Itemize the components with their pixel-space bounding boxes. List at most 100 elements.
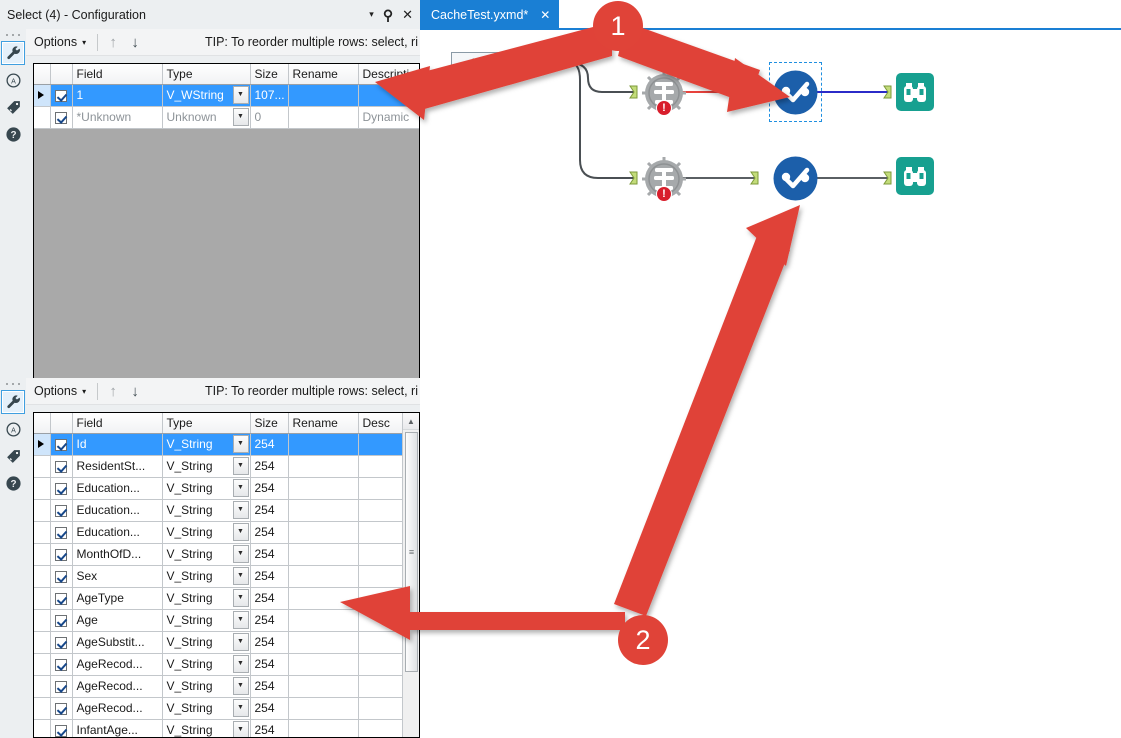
- column-header-blank-0[interactable]: [34, 64, 51, 85]
- top-field-grid[interactable]: Field Type Size Rename Descripti 1 V_WString ▼…: [33, 63, 420, 401]
- field-type-cell[interactable]: V_String ▼: [162, 477, 251, 500]
- field-checkbox-cell[interactable]: [50, 477, 73, 500]
- field-size-cell[interactable]: 107...: [250, 84, 289, 107]
- chevron-down-icon[interactable]: ▾: [369, 10, 374, 19]
- select-tool-top[interactable]: !: [641, 70, 687, 116]
- error-badge-icon[interactable]: !: [656, 186, 672, 202]
- annotation-icon[interactable]: A: [1, 417, 25, 441]
- field-size-cell[interactable]: 254: [250, 587, 289, 610]
- browse-tool-top[interactable]: [895, 72, 935, 112]
- field-type-cell[interactable]: V_String ▼: [162, 521, 251, 544]
- field-type-cell[interactable]: V_String ▼: [162, 697, 251, 720]
- checkbox-icon[interactable]: [54, 570, 67, 583]
- field-size-cell[interactable]: 254: [250, 719, 289, 737]
- browse-tool-bottom[interactable]: [895, 156, 935, 196]
- field-name-cell[interactable]: MonthOfD...: [72, 543, 163, 566]
- column-header-blank-1[interactable]: [50, 64, 73, 85]
- bottom-grid-scrollbar[interactable]: ▲ ≡: [402, 413, 419, 737]
- tab-cachetest[interactable]: CacheTest.yxmd* ✕: [420, 0, 560, 30]
- annotation-icon[interactable]: A: [1, 68, 25, 92]
- scroll-up-arrow-icon[interactable]: ▲: [403, 413, 419, 430]
- move-up-button-bottom[interactable]: ↑: [102, 380, 124, 402]
- field-rename-cell[interactable]: [288, 106, 359, 129]
- chevron-down-icon[interactable]: ▼: [232, 720, 249, 737]
- column-header-descripti[interactable]: Descripti: [358, 64, 419, 85]
- drag-handle-dots-icon[interactable]: [6, 380, 20, 388]
- field-checkbox-cell[interactable]: [50, 521, 73, 544]
- field-checkbox-cell[interactable]: [50, 499, 73, 522]
- field-type-cell[interactable]: V_WString ▼: [162, 84, 251, 107]
- field-checkbox-cell[interactable]: [50, 697, 73, 720]
- chevron-down-icon[interactable]: ▼: [232, 566, 249, 585]
- column-header-rename[interactable]: Rename: [288, 64, 359, 85]
- scrollbar-thumb[interactable]: ≡: [405, 432, 418, 672]
- field-rename-cell[interactable]: [288, 565, 359, 588]
- field-size-cell[interactable]: 254: [250, 521, 289, 544]
- table-row[interactable]: 1 V_WString ▼ 107...: [34, 84, 419, 107]
- field-rename-cell[interactable]: [288, 455, 359, 478]
- column-header-field[interactable]: Field: [72, 64, 163, 85]
- field-type-cell[interactable]: V_String ▼: [162, 675, 251, 698]
- field-type-cell[interactable]: V_String ▼: [162, 631, 251, 654]
- move-up-button-top[interactable]: ↑: [102, 31, 124, 53]
- field-description-cell[interactable]: [358, 84, 419, 107]
- options-button-bottom[interactable]: Options ▾: [26, 382, 93, 401]
- field-size-cell[interactable]: 254: [250, 697, 289, 720]
- field-name-cell[interactable]: Education...: [72, 477, 163, 500]
- table-row[interactable]: Education... V_String ▼ 254: [34, 521, 419, 544]
- field-name-cell[interactable]: Age: [72, 609, 163, 632]
- field-checkbox-cell[interactable]: [50, 719, 73, 737]
- wrench-icon[interactable]: [1, 390, 25, 414]
- chevron-down-icon[interactable]: ▼: [232, 632, 249, 651]
- checkbox-icon[interactable]: [54, 438, 67, 451]
- field-name-cell[interactable]: Education...: [72, 521, 163, 544]
- field-rename-cell[interactable]: [288, 477, 359, 500]
- chevron-down-icon[interactable]: ▼: [232, 698, 249, 717]
- column-header-type[interactable]: Type: [162, 413, 251, 434]
- table-row[interactable]: Education... V_String ▼ 254: [34, 499, 419, 522]
- field-checkbox-cell[interactable]: [50, 675, 73, 698]
- table-row[interactable]: AgeType V_String ▼ 254: [34, 587, 419, 610]
- chevron-down-icon[interactable]: ▼: [232, 654, 249, 673]
- field-name-cell[interactable]: *Unknown: [72, 106, 163, 129]
- field-name-cell[interactable]: Id: [72, 433, 163, 456]
- field-type-cell[interactable]: V_String ▼: [162, 653, 251, 676]
- text-input-tool-label[interactable]: Text Input: [451, 52, 546, 74]
- field-type-cell[interactable]: V_String ▼: [162, 499, 251, 522]
- chevron-down-icon[interactable]: ▼: [232, 610, 249, 629]
- field-size-cell[interactable]: 254: [250, 499, 289, 522]
- options-button-top[interactable]: Options ▾: [26, 33, 93, 52]
- column-header-type[interactable]: Type: [162, 64, 251, 85]
- field-type-cell[interactable]: V_String ▼: [162, 565, 251, 588]
- field-size-cell[interactable]: 254: [250, 433, 289, 456]
- field-size-cell[interactable]: 254: [250, 477, 289, 500]
- column-header-size[interactable]: Size: [250, 413, 289, 434]
- field-name-cell[interactable]: AgeRecod...: [72, 675, 163, 698]
- field-name-cell[interactable]: AgeRecod...: [72, 653, 163, 676]
- wrench-icon[interactable]: [1, 41, 25, 65]
- field-rename-cell[interactable]: [288, 719, 359, 737]
- chevron-down-icon[interactable]: ▼: [232, 676, 249, 695]
- field-checkbox-cell[interactable]: [50, 565, 73, 588]
- field-rename-cell[interactable]: [288, 631, 359, 654]
- field-type-cell[interactable]: V_String ▼: [162, 609, 251, 632]
- field-checkbox-cell[interactable]: [50, 433, 73, 456]
- field-size-cell[interactable]: 254: [250, 565, 289, 588]
- table-row[interactable]: MonthOfD... V_String ▼ 254: [34, 543, 419, 566]
- move-down-button-bottom[interactable]: ↓: [124, 380, 146, 402]
- checkbox-icon[interactable]: [54, 89, 67, 102]
- field-size-cell[interactable]: 254: [250, 543, 289, 566]
- table-row[interactable]: AgeRecod... V_String ▼ 254: [34, 653, 419, 676]
- field-rename-cell[interactable]: [288, 433, 359, 456]
- table-row[interactable]: Education... V_String ▼ 254: [34, 477, 419, 500]
- field-size-cell[interactable]: 254: [250, 609, 289, 632]
- chevron-down-icon[interactable]: ▼: [232, 434, 249, 453]
- field-name-cell[interactable]: AgeSubstit...: [72, 631, 163, 654]
- field-size-cell[interactable]: 0: [250, 106, 289, 129]
- chevron-down-icon[interactable]: ▼: [232, 85, 249, 104]
- field-size-cell[interactable]: 254: [250, 653, 289, 676]
- table-row[interactable]: AgeSubstit... V_String ▼ 254: [34, 631, 419, 654]
- table-row[interactable]: *Unknown Unknown ▼ 0 Dynamic: [34, 106, 419, 129]
- field-rename-cell[interactable]: [288, 499, 359, 522]
- tag-icon[interactable]: [1, 95, 25, 119]
